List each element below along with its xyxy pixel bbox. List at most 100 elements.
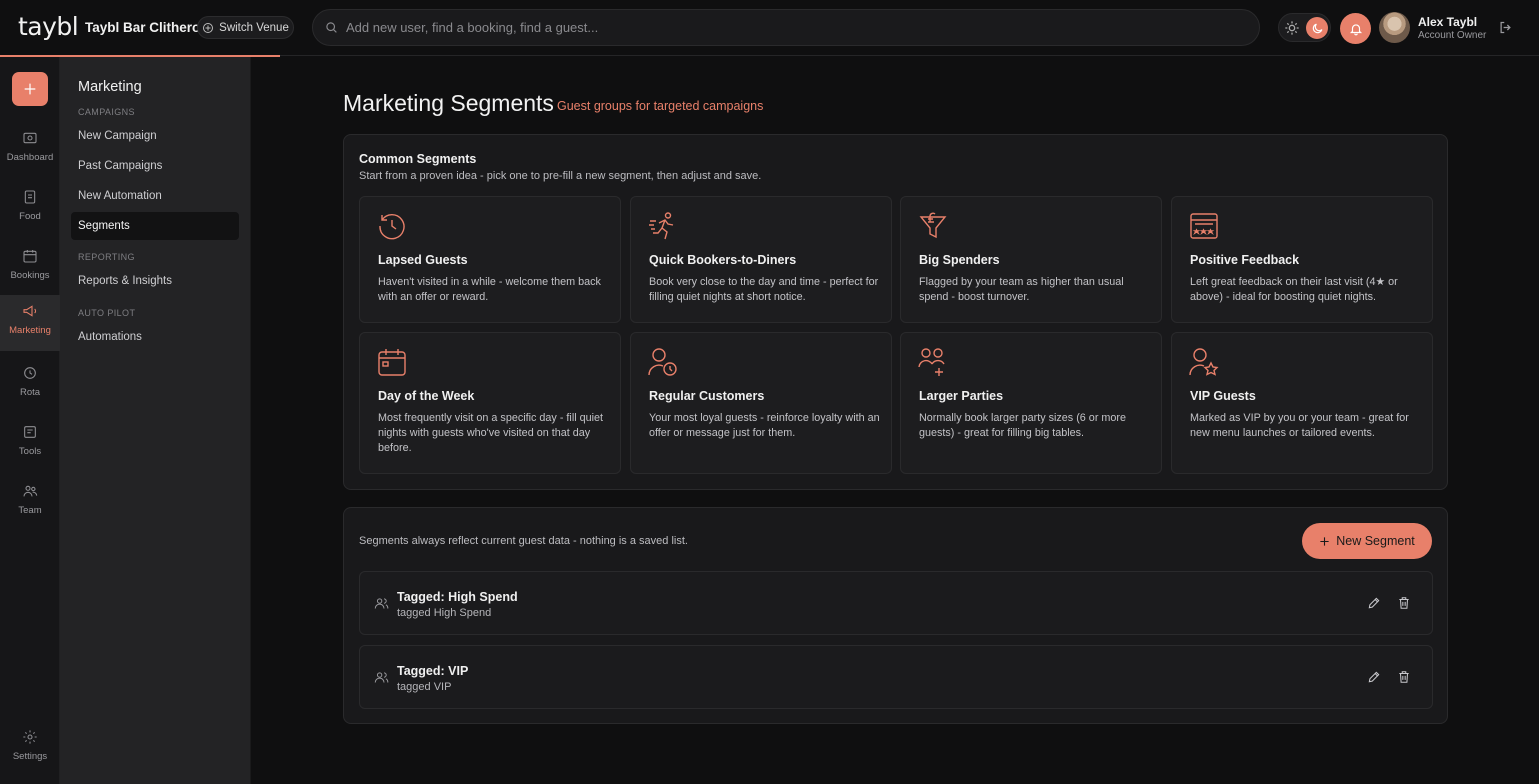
notifications-button[interactable] [1340, 13, 1371, 44]
subnav-item-new-campaign[interactable]: New Campaign [71, 122, 239, 150]
common-segments-description: Start from a proven idea - pick one to p… [359, 170, 762, 182]
subnav-item-past-campaigns[interactable]: Past Campaigns [71, 152, 239, 180]
venue-name: Taybl Bar Clitheroe [85, 20, 208, 35]
calendar-icon [377, 347, 407, 377]
rail-label-bookings: Bookings [10, 270, 50, 281]
icon-rail: Dashboard Food Bookings Marketing Rota T… [0, 57, 60, 784]
rail-item-bookings[interactable]: Bookings [0, 248, 60, 298]
segment-card-vip-guests[interactable]: VIP Guests Marked as VIP by you or your … [1171, 332, 1433, 474]
segment-card-description: Most frequently visit on a specific day … [378, 412, 604, 454]
team-icon [22, 483, 38, 499]
switch-venue-button[interactable]: Switch Venue [197, 16, 294, 39]
rota-icon [22, 365, 38, 381]
rail-label-settings: Settings [12, 751, 48, 762]
page-title: Marketing Segments [343, 90, 554, 116]
section-campaigns: CAMPAIGNS [78, 107, 135, 117]
taybl-logo[interactable]: taybl [18, 12, 79, 41]
moon-icon[interactable] [1306, 17, 1328, 39]
segment-row[interactable]: Tagged: VIP tagged VIP [359, 645, 1433, 709]
segment-row-title: Tagged: VIP [397, 664, 469, 678]
bookings-icon [22, 248, 38, 264]
segment-card-title: VIP Guests [1190, 389, 1256, 403]
marketing-subnav: Marketing CAMPAIGNS New Campaign Past Ca… [60, 57, 251, 784]
segment-card-quick-bookers[interactable]: Quick Bookers-to-Diners Book very close … [630, 196, 892, 323]
page-subtitle: Guest groups for targeted campaigns [557, 99, 764, 113]
new-segment-label: New Segment [1336, 534, 1415, 548]
food-icon [22, 189, 38, 205]
running-person-icon [648, 211, 678, 241]
segment-card-positive-feedback[interactable]: Positive Feedback Left great feedback on… [1171, 196, 1433, 323]
segment-card-title: Regular Customers [649, 389, 765, 403]
avatar[interactable] [1379, 12, 1410, 43]
subnav-item-segments[interactable]: Segments [71, 212, 239, 240]
segment-card-title: Lapsed Guests [378, 253, 468, 267]
rail-label-marketing: Marketing [9, 325, 51, 336]
user-clock-icon [648, 347, 678, 377]
rail-label-team: Team [18, 505, 42, 516]
bell-icon [1349, 22, 1363, 36]
switch-icon [202, 22, 214, 34]
segment-card-description: Flagged by your team as higher than usua… [919, 276, 1124, 303]
search-input[interactable] [346, 20, 1226, 35]
top-bar: taybl Taybl Bar Clitheroe Switch Venue A… [0, 0, 1539, 56]
segment-card-description: Normally book larger party sizes (6 or m… [919, 412, 1127, 439]
users-icon [374, 596, 389, 611]
segment-card-description: Your most loyal guests - reinforce loyal… [649, 412, 880, 439]
common-segments-heading: Common Segments [359, 152, 477, 166]
segment-card-description: Marked as VIP by you or your team - grea… [1190, 412, 1409, 439]
subnav-title: Marketing [78, 79, 142, 95]
user-star-icon [1189, 347, 1219, 377]
quick-add-button[interactable] [12, 72, 48, 106]
history-clock-icon [377, 211, 407, 241]
theme-toggle[interactable] [1278, 13, 1331, 42]
trash-icon[interactable] [1397, 596, 1411, 610]
rail-item-food[interactable]: Food [0, 189, 60, 239]
sun-icon[interactable] [1284, 20, 1300, 36]
tools-icon [22, 424, 38, 440]
segment-card-description: Left great feedback on their last visit … [1190, 276, 1398, 303]
pencil-icon[interactable] [1367, 670, 1381, 684]
segment-row[interactable]: Tagged: High Spend tagged High Spend [359, 571, 1433, 635]
rail-item-settings[interactable]: Settings [0, 729, 60, 779]
logout-icon[interactable] [1498, 20, 1513, 35]
rating-stars-icon [1189, 211, 1219, 241]
subnav-item-automations[interactable]: Automations [71, 323, 239, 351]
segment-card-big-spenders[interactable]: Big Spenders Flagged by your team as hig… [900, 196, 1162, 323]
rail-item-rota[interactable]: Rota [0, 365, 60, 415]
money-funnel-icon [918, 211, 948, 241]
saved-segments-panel: Segments always reflect current guest da… [343, 507, 1448, 724]
plus-icon [1319, 536, 1330, 547]
segment-card-title: Larger Parties [919, 389, 1004, 403]
search-bar[interactable] [312, 9, 1260, 46]
segment-card-title: Big Spenders [919, 253, 1000, 267]
segment-card-larger-parties[interactable]: Larger Parties Normally book larger part… [900, 332, 1162, 474]
rail-item-team[interactable]: Team [0, 483, 60, 533]
megaphone-icon [22, 303, 38, 319]
segments-note: Segments always reflect current guest da… [359, 535, 688, 547]
group-add-icon [918, 347, 948, 377]
rail-item-marketing[interactable]: Marketing [0, 295, 60, 351]
segment-row-title: Tagged: High Spend [397, 590, 518, 604]
segment-card-description: Haven't visited in a while - welcome the… [378, 276, 601, 303]
subnav-item-new-automation[interactable]: New Automation [71, 182, 239, 210]
segment-row-subtitle: tagged High Spend [397, 607, 492, 619]
segment-card-lapsed-guests[interactable]: Lapsed Guests Haven't visited in a while… [359, 196, 621, 323]
rail-label-rota: Rota [19, 387, 41, 398]
segment-card-day-of-week[interactable]: Day of the Week Most frequently visit on… [359, 332, 621, 474]
section-auto-pilot: AUTO PILOT [78, 308, 136, 318]
subnav-item-reports[interactable]: Reports & Insights [71, 267, 239, 295]
new-segment-button[interactable]: New Segment [1302, 523, 1432, 559]
segment-row-subtitle: tagged VIP [397, 681, 452, 693]
segment-card-regular-customers[interactable]: Regular Customers Your most loyal guests… [630, 332, 892, 474]
pencil-icon[interactable] [1367, 596, 1381, 610]
section-reporting: REPORTING [78, 252, 135, 262]
rail-item-tools[interactable]: Tools [0, 424, 60, 474]
rail-label-food: Food [19, 211, 41, 222]
gear-icon [22, 729, 38, 745]
common-segments-panel: Common Segments Start from a proven idea… [343, 134, 1448, 490]
trash-icon[interactable] [1397, 670, 1411, 684]
dashboard-icon [22, 130, 38, 146]
switch-venue-label: Switch Venue [219, 21, 289, 34]
rail-label-dashboard: Dashboard [6, 152, 54, 163]
rail-item-dashboard[interactable]: Dashboard [0, 130, 60, 180]
